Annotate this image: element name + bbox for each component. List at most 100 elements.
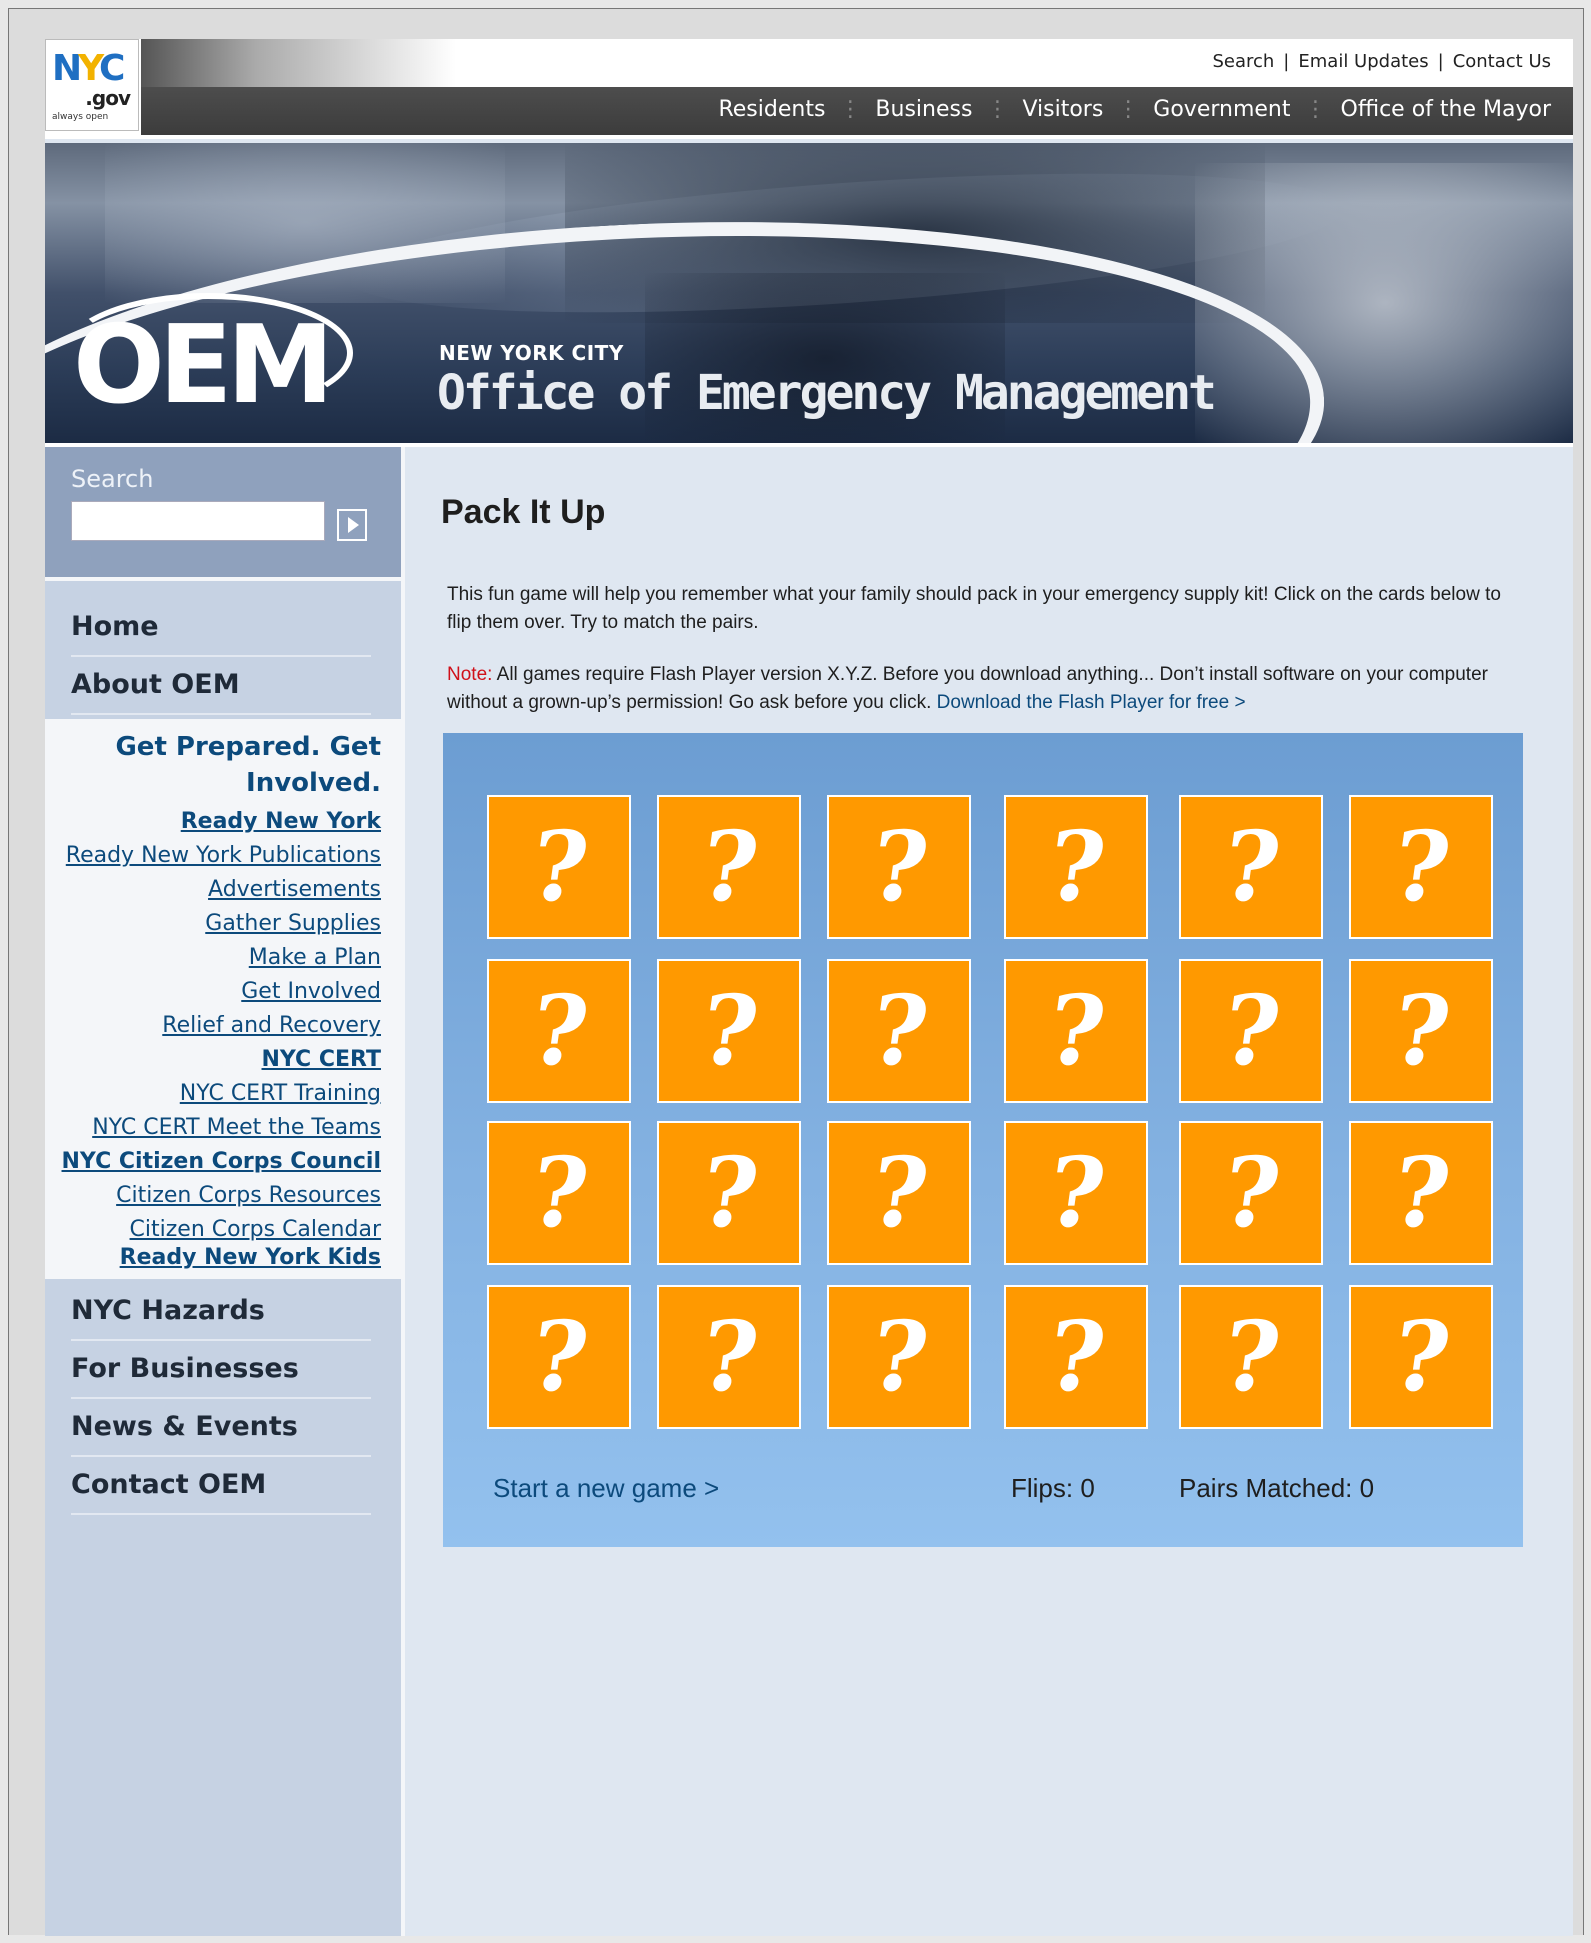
memory-card[interactable]: ? bbox=[827, 1121, 971, 1265]
memory-card[interactable]: ? bbox=[657, 795, 801, 939]
subnav-link[interactable]: NYC CERT Meet the Teams bbox=[92, 1115, 381, 1140]
divider bbox=[141, 135, 1573, 139]
memory-card[interactable]: ? bbox=[1004, 959, 1148, 1103]
subnav-link[interactable]: NYC CERT Training bbox=[180, 1081, 381, 1106]
subnav-link[interactable]: Ready New York bbox=[181, 809, 381, 834]
subnav-link[interactable]: Citizen Corps Resources bbox=[116, 1183, 381, 1208]
memory-card[interactable]: ? bbox=[487, 1121, 631, 1265]
nav-government[interactable]: Government bbox=[1153, 97, 1290, 122]
flips-label: Flips: bbox=[1011, 1473, 1074, 1503]
banner-title: Office of Emergency Management bbox=[437, 365, 1217, 421]
note-label: Note: bbox=[447, 664, 493, 685]
question-mark-icon: ? bbox=[1385, 1300, 1458, 1413]
sidebar-item-about-oem[interactable]: About OEM bbox=[71, 657, 371, 715]
memory-card[interactable]: ? bbox=[1349, 795, 1493, 939]
nyc-gov-logo[interactable]: NYC .gov always open bbox=[45, 39, 139, 131]
search-input[interactable] bbox=[71, 501, 325, 541]
nyc-logo-mark: NYC bbox=[52, 48, 125, 89]
separator: | bbox=[1283, 51, 1290, 72]
memory-card[interactable]: ? bbox=[1004, 1285, 1148, 1429]
page-frame: NYC .gov always open Search | Email Update… bbox=[8, 8, 1584, 1936]
search-label: Search bbox=[71, 465, 154, 493]
memory-card[interactable]: ? bbox=[1179, 959, 1323, 1103]
question-mark-icon: ? bbox=[1385, 1136, 1458, 1249]
memory-card[interactable]: ? bbox=[487, 1285, 631, 1429]
flips-counter: Flips: 0 bbox=[1011, 1473, 1095, 1504]
question-mark-icon: ? bbox=[523, 974, 596, 1087]
nav-office-of-the-mayor[interactable]: Office of the Mayor bbox=[1341, 97, 1552, 122]
sidebar-item-news-events[interactable]: News & Events bbox=[71, 1399, 371, 1457]
util-link-email-updates[interactable]: Email Updates bbox=[1298, 51, 1428, 72]
sidebar-item-for-businesses[interactable]: For Businesses bbox=[71, 1341, 371, 1399]
util-link-search[interactable]: Search bbox=[1212, 51, 1274, 72]
sidebar-item-contact-oem[interactable]: Contact OEM bbox=[71, 1457, 371, 1515]
subnav-link[interactable]: Ready New York Publications bbox=[66, 843, 381, 868]
question-mark-icon: ? bbox=[523, 810, 596, 923]
memory-card[interactable]: ? bbox=[1349, 959, 1493, 1103]
subnav-link[interactable]: Ready New York Kids bbox=[120, 1245, 381, 1270]
subnav-link[interactable]: Gather Supplies bbox=[205, 911, 381, 936]
question-mark-icon: ? bbox=[1040, 1136, 1113, 1249]
subnav-link[interactable]: Advertisements bbox=[208, 877, 381, 902]
play-arrow-icon bbox=[348, 517, 359, 533]
subnav-link[interactable]: NYC Citizen Corps Council bbox=[62, 1149, 381, 1174]
question-mark-icon: ? bbox=[693, 974, 766, 1087]
flips-value: 0 bbox=[1080, 1473, 1095, 1503]
separator: ⋮ bbox=[839, 97, 862, 122]
question-mark-icon: ? bbox=[863, 974, 936, 1087]
oem-banner: OEM NEW YORK CITY Office of Emergency Ma… bbox=[45, 143, 1573, 443]
question-mark-icon: ? bbox=[693, 810, 766, 923]
memory-card[interactable]: ? bbox=[1349, 1285, 1493, 1429]
memory-card[interactable]: ? bbox=[1349, 1121, 1493, 1265]
banner-city-label: NEW YORK CITY bbox=[439, 341, 624, 365]
memory-card[interactable]: ? bbox=[487, 795, 631, 939]
utility-links: Search | Email Updates | Contact Us bbox=[1212, 51, 1551, 72]
game-footer: Start a new game > Flips: 0 Pairs Matche… bbox=[443, 1473, 1523, 1513]
question-mark-icon: ? bbox=[863, 1136, 936, 1249]
memory-card[interactable]: ? bbox=[1179, 1285, 1323, 1429]
memory-card[interactable]: ? bbox=[1004, 1121, 1148, 1265]
subnav-link[interactable]: NYC CERT bbox=[262, 1047, 382, 1072]
memory-card[interactable]: ? bbox=[1179, 795, 1323, 939]
subnav-link[interactable]: Relief and Recovery bbox=[162, 1013, 381, 1038]
question-mark-icon: ? bbox=[1040, 1300, 1113, 1413]
memory-card[interactable]: ? bbox=[827, 959, 971, 1103]
separator: ⋮ bbox=[1304, 97, 1327, 122]
oem-logo: OEM bbox=[73, 303, 334, 428]
subnav-link[interactable]: Citizen Corps Calendar bbox=[130, 1217, 381, 1242]
pairs-counter: Pairs Matched: 0 bbox=[1179, 1473, 1374, 1504]
question-mark-icon: ? bbox=[1215, 1136, 1288, 1249]
memory-card[interactable]: ? bbox=[1179, 1121, 1323, 1265]
subnav-heading: Get Prepared. Get Involved. bbox=[115, 732, 381, 798]
question-mark-icon: ? bbox=[863, 810, 936, 923]
separator: ⋮ bbox=[986, 97, 1009, 122]
memory-card[interactable]: ? bbox=[657, 1121, 801, 1265]
question-mark-icon: ? bbox=[1385, 974, 1458, 1087]
nav-business[interactable]: Business bbox=[875, 97, 972, 122]
new-game-link[interactable]: Start a new game > bbox=[493, 1473, 719, 1504]
memory-card[interactable]: ? bbox=[827, 795, 971, 939]
memory-card[interactable]: ? bbox=[1004, 795, 1148, 939]
subnav-link[interactable]: Make a Plan bbox=[249, 945, 381, 970]
memory-card[interactable]: ? bbox=[487, 959, 631, 1103]
nav-residents[interactable]: Residents bbox=[718, 97, 825, 122]
question-mark-icon: ? bbox=[1040, 810, 1113, 923]
subnav-link[interactable]: Get Involved bbox=[241, 979, 381, 1004]
sidebar-subnav: Get Prepared. Get Involved. Ready New Yo… bbox=[45, 719, 401, 1279]
download-flash-link[interactable]: Download the Flash Player for free > bbox=[937, 692, 1246, 713]
pairs-value: 0 bbox=[1359, 1473, 1375, 1503]
memory-card[interactable]: ? bbox=[657, 1285, 801, 1429]
memory-card[interactable]: ? bbox=[657, 959, 801, 1103]
question-mark-icon: ? bbox=[1040, 974, 1113, 1087]
question-mark-icon: ? bbox=[693, 1300, 766, 1413]
question-mark-icon: ? bbox=[863, 1300, 936, 1413]
search-submit-button[interactable] bbox=[337, 509, 367, 541]
divider bbox=[45, 577, 401, 581]
question-mark-icon: ? bbox=[1215, 974, 1288, 1087]
util-link-contact-us[interactable]: Contact Us bbox=[1453, 51, 1551, 72]
memory-card[interactable]: ? bbox=[827, 1285, 971, 1429]
separator: ⋮ bbox=[1117, 97, 1140, 122]
sidebar-item-home[interactable]: Home bbox=[71, 599, 371, 657]
nav-visitors[interactable]: Visitors bbox=[1022, 97, 1103, 122]
sidebar-item-nyc-hazards[interactable]: NYC Hazards bbox=[71, 1283, 371, 1341]
